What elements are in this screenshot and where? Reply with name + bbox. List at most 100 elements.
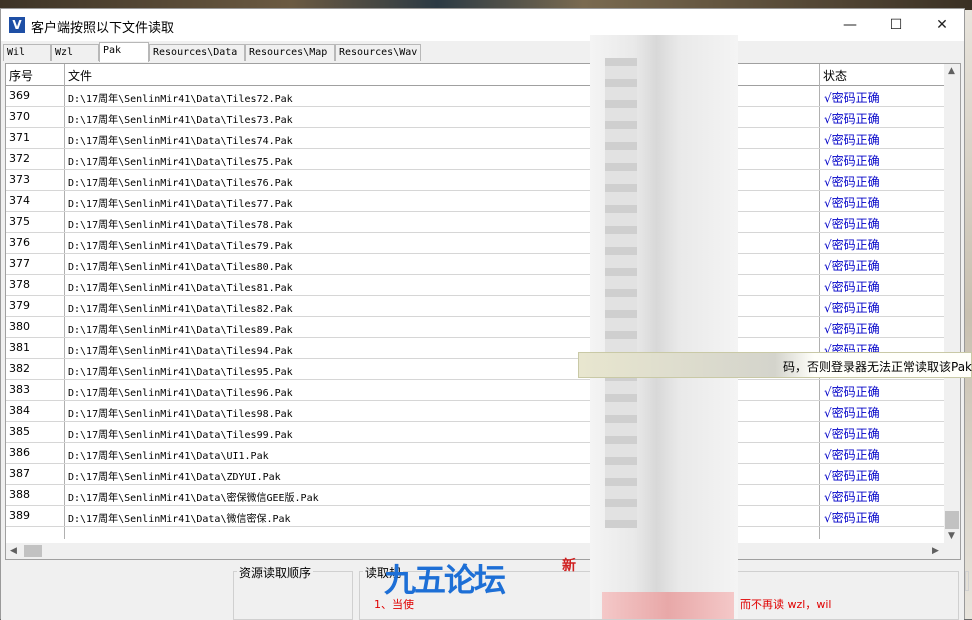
table-row[interactable]: 385 D:\17周年\SenlinMir41\Data\Tiles99.Pak √…: [6, 422, 946, 443]
row-status: √密码正确: [824, 238, 880, 252]
row-index: 389: [9, 509, 30, 522]
row-status: √密码正确: [824, 91, 880, 105]
row-file-path: D:\17周年\SenlinMir41\Data\Tiles73.Pak: [68, 115, 293, 126]
row-file-path: D:\17周年\SenlinMir41\Data\Tiles96.Pak: [68, 388, 293, 399]
close-button[interactable]: ✕: [919, 9, 965, 41]
row-index: 372: [9, 152, 30, 165]
row-index: 386: [9, 446, 30, 459]
vertical-scroll-thumb[interactable]: [945, 511, 959, 529]
scroll-left-icon[interactable]: ◀: [10, 546, 17, 556]
table-row[interactable]: 374 D:\17周年\SenlinMir41\Data\Tiles77.Pak √…: [6, 191, 946, 212]
row-file-path: D:\17周年\SenlinMir41\Data\Tiles75.Pak: [68, 157, 293, 168]
row-status: √密码正确: [824, 301, 880, 315]
row-status: √密码正确: [824, 133, 880, 147]
tab-wzl[interactable]: Wzl: [51, 44, 99, 61]
row-file-path: D:\17周年\SenlinMir41\Data\微信密保.Pak: [68, 514, 291, 525]
table-row[interactable]: 384 D:\17周年\SenlinMir41\Data\Tiles98.Pak √…: [6, 401, 946, 422]
row-file-path: D:\17周年\SenlinMir41\Data\Tiles95.Pak: [68, 367, 293, 378]
table-row[interactable]: 388 D:\17周年\SenlinMir41\Data\密保微信GEE版.Pak…: [6, 485, 946, 506]
row-status: √密码正确: [824, 406, 880, 420]
table-row[interactable]: 377 D:\17周年\SenlinMir41\Data\Tiles80.Pak √…: [6, 254, 946, 275]
row-index: 375: [9, 215, 30, 228]
row-index: 382: [9, 362, 30, 375]
table-row[interactable]: 369 D:\17周年\SenlinMir41\Data\Tiles72.Pak √…: [6, 86, 946, 107]
row-file-path: D:\17周年\SenlinMir41\Data\Tiles99.Pak: [68, 430, 293, 441]
tab-resources-wav[interactable]: Resources\Wav: [335, 44, 421, 61]
watermark-text: 九五论坛: [384, 561, 506, 599]
row-status: √密码正确: [824, 217, 880, 231]
row-status: √密码正确: [824, 280, 880, 294]
table-row[interactable]: 376 D:\17周年\SenlinMir41\Data\Tiles79.Pak √…: [6, 233, 946, 254]
row-file-path: D:\17周年\SenlinMir41\Data\Tiles79.Pak: [68, 241, 293, 252]
row-file-path: D:\17周年\SenlinMir41\Data\Tiles77.Pak: [68, 199, 293, 210]
scroll-right-icon[interactable]: ▶: [932, 546, 939, 556]
right-group: [965, 571, 969, 591]
row-index: 373: [9, 173, 30, 186]
row-file-path: D:\17周年\SenlinMir41\Data\Tiles78.Pak: [68, 220, 293, 231]
row-status: √密码正确: [824, 196, 880, 210]
row-index: 388: [9, 488, 30, 501]
tab-pak[interactable]: Pak: [99, 42, 149, 62]
scroll-down-icon[interactable]: ▼: [948, 531, 955, 541]
table-body: 369 D:\17周年\SenlinMir41\Data\Tiles72.Pak √…: [6, 86, 946, 527]
row-index: 378: [9, 278, 30, 291]
title-bar: V 客户端按照以下文件读取 — ☐ ✕: [1, 9, 964, 41]
row-file-path: D:\17周年\SenlinMir41\Data\Tiles81.Pak: [68, 283, 293, 294]
row-file-path: D:\17周年\SenlinMir41\Data\Tiles74.Pak: [68, 136, 293, 147]
row-file-path: D:\17周年\SenlinMir41\Data\ZDYUI.Pak: [68, 472, 281, 483]
table-row[interactable]: 386 D:\17周年\SenlinMir41\Data\UI1.Pak √密码正确: [6, 443, 946, 464]
row-index: 376: [9, 236, 30, 249]
column-header-index[interactable]: 序号: [9, 67, 33, 84]
column-header-status[interactable]: 状态: [823, 67, 847, 84]
row-file-path: D:\17周年\SenlinMir41\Data\Tiles80.Pak: [68, 262, 293, 273]
row-file-path: D:\17周年\SenlinMir41\Data\UI1.Pak: [68, 451, 269, 462]
row-index: 383: [9, 383, 30, 396]
minimize-button[interactable]: —: [827, 9, 873, 41]
row-status: √密码正确: [824, 154, 880, 168]
table-row[interactable]: 373 D:\17周年\SenlinMir41\Data\Tiles76.Pak √…: [6, 170, 946, 191]
row-status: √密码正确: [824, 175, 880, 189]
tab-resources-map[interactable]: Resources\Map: [245, 44, 335, 61]
tooltip-text: 码，否则登录器无法正常读取该Pak文: [783, 360, 972, 374]
tab-resources-data[interactable]: Resources\Data: [149, 44, 245, 61]
table-row[interactable]: 389 D:\17周年\SenlinMir41\Data\微信密保.Pak √密码正…: [6, 506, 946, 527]
vertical-scrollbar[interactable]: ▲ ▼: [944, 64, 960, 545]
tab-wil[interactable]: Wil: [3, 44, 51, 61]
main-window: V 客户端按照以下文件读取 — ☐ ✕ Wil Wzl Pak Resource…: [0, 8, 969, 620]
row-status: √密码正确: [824, 469, 880, 483]
table-row[interactable]: 370 D:\17周年\SenlinMir41\Data\Tiles73.Pak √…: [6, 107, 946, 128]
table-row[interactable]: 383 D:\17周年\SenlinMir41\Data\Tiles96.Pak √…: [6, 380, 946, 401]
table-row[interactable]: 378 D:\17周年\SenlinMir41\Data\Tiles81.Pak √…: [6, 275, 946, 296]
watermark-badge: 新: [562, 558, 576, 574]
app-icon: V: [9, 17, 25, 33]
row-status: √密码正确: [824, 259, 880, 273]
row-index: 381: [9, 341, 30, 354]
row-file-path: D:\17周年\SenlinMir41\Data\Tiles89.Pak: [68, 325, 293, 336]
table-header: 序号 文件 状态: [6, 64, 946, 86]
horizontal-scroll-thumb[interactable]: [24, 545, 42, 557]
row-index: 374: [9, 194, 30, 207]
row-index: 384: [9, 404, 30, 417]
row-file-path: D:\17周年\SenlinMir41\Data\Tiles72.Pak: [68, 94, 293, 105]
table-row[interactable]: 387 D:\17周年\SenlinMir41\Data\ZDYUI.Pak √密码…: [6, 464, 946, 485]
column-header-file[interactable]: 文件: [68, 67, 92, 84]
row-index: 371: [9, 131, 30, 144]
row-status: √密码正确: [824, 490, 880, 504]
scroll-up-icon[interactable]: ▲: [948, 66, 955, 76]
row-status: √密码正确: [824, 511, 880, 525]
row-file-path: D:\17周年\SenlinMir41\Data\Tiles76.Pak: [68, 178, 293, 189]
rule-note-tail: 而不再读 wzl，wil: [740, 598, 832, 611]
redacted-overlay-bar: [605, 58, 637, 528]
row-status: √密码正确: [824, 427, 880, 441]
maximize-button[interactable]: ☐: [873, 9, 919, 41]
table-row[interactable]: 379 D:\17周年\SenlinMir41\Data\Tiles82.Pak √…: [6, 296, 946, 317]
table-row[interactable]: 375 D:\17周年\SenlinMir41\Data\Tiles78.Pak √…: [6, 212, 946, 233]
table-row[interactable]: 372 D:\17周年\SenlinMir41\Data\Tiles75.Pak √…: [6, 149, 946, 170]
row-index: 385: [9, 425, 30, 438]
row-status: √密码正确: [824, 322, 880, 336]
tooltip: 码，否则登录器无法正常读取该Pak文: [578, 352, 972, 378]
table-row[interactable]: 371 D:\17周年\SenlinMir41\Data\Tiles74.Pak √…: [6, 128, 946, 149]
row-index: 370: [9, 110, 30, 123]
row-file-path: D:\17周年\SenlinMir41\Data\Tiles98.Pak: [68, 409, 293, 420]
table-row[interactable]: 380 D:\17周年\SenlinMir41\Data\Tiles89.Pak √…: [6, 317, 946, 338]
